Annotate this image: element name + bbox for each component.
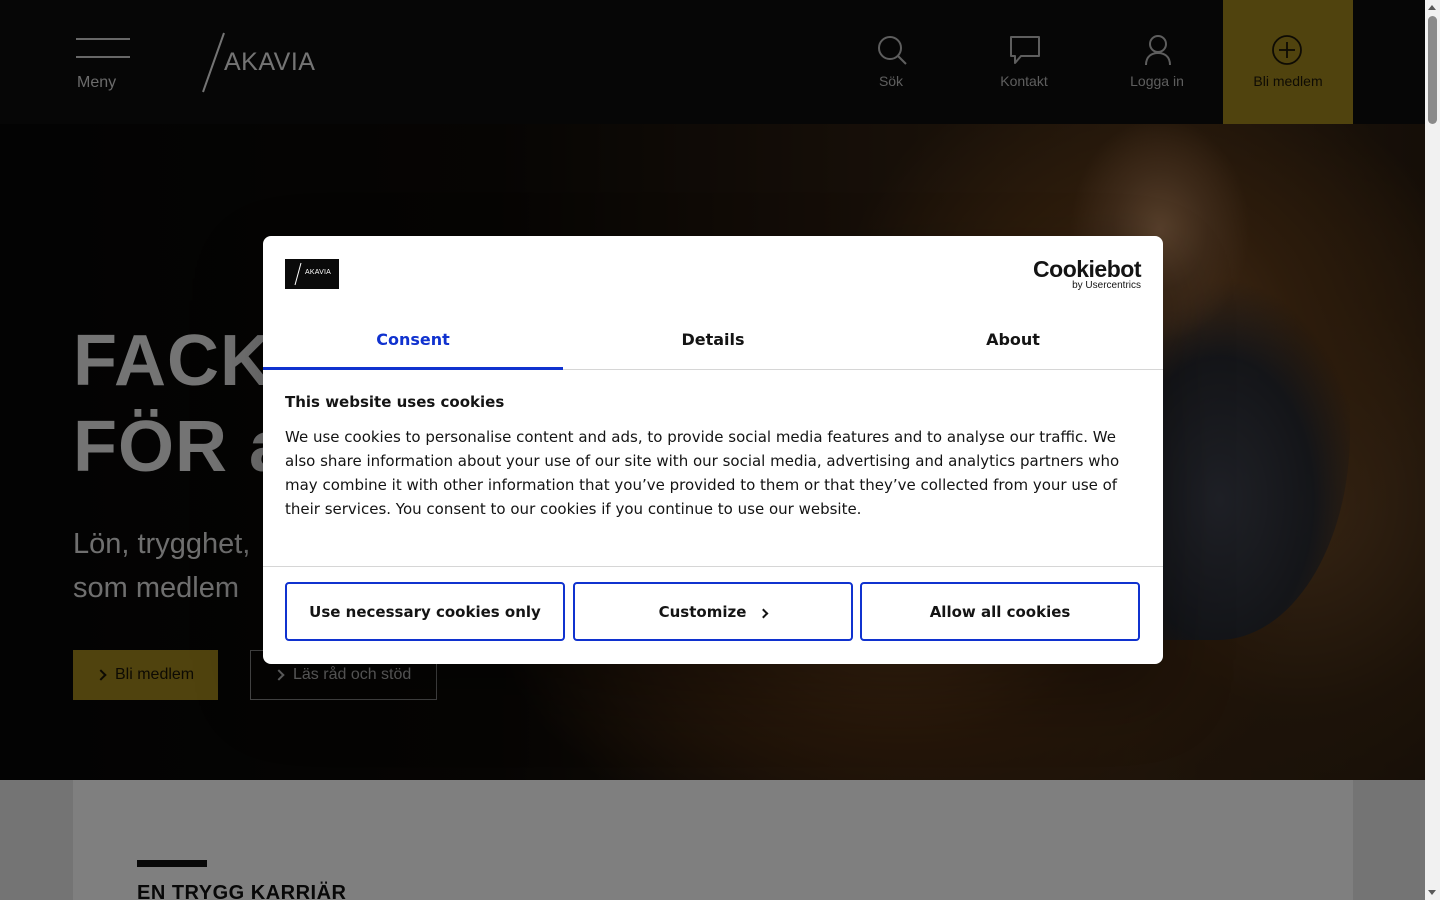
dialog-logo-text: AKAVIA — [305, 269, 331, 276]
dialog-body: This website uses cookies We use cookies… — [285, 393, 1141, 521]
page-scrollbar[interactable] — [1425, 0, 1440, 900]
dialog-site-logo: AKAVIA — [285, 259, 339, 289]
dialog-heading: This website uses cookies — [285, 393, 505, 411]
dialog-divider — [263, 566, 1163, 567]
tab-details[interactable]: Details — [563, 316, 863, 369]
scroll-up-arrow-icon[interactable] — [1428, 5, 1436, 10]
tab-consent[interactable]: Consent — [263, 316, 563, 370]
dialog-description: We use cookies to personalise content an… — [285, 428, 1120, 518]
cookiebot-logo[interactable]: Cookiebot by Usercentrics — [1033, 256, 1141, 292]
necessary-cookies-button[interactable]: Use necessary cookies only — [285, 582, 565, 641]
customize-button[interactable]: Customize — [573, 582, 853, 641]
tab-about[interactable]: About — [863, 316, 1163, 369]
allow-all-cookies-button[interactable]: Allow all cookies — [860, 582, 1140, 641]
dialog-tabs: Consent Details About — [263, 316, 1163, 370]
chevron-right-icon — [758, 608, 769, 619]
scroll-down-arrow-icon[interactable] — [1428, 890, 1436, 895]
cookie-consent-dialog: AKAVIA Cookiebot by Usercentrics Consent… — [263, 236, 1163, 664]
logo-slash-icon — [294, 262, 302, 286]
scrollbar-thumb[interactable] — [1428, 16, 1437, 124]
customize-button-label: Customize — [658, 602, 747, 621]
cookiebot-name: Cookiebot — [1033, 256, 1141, 282]
